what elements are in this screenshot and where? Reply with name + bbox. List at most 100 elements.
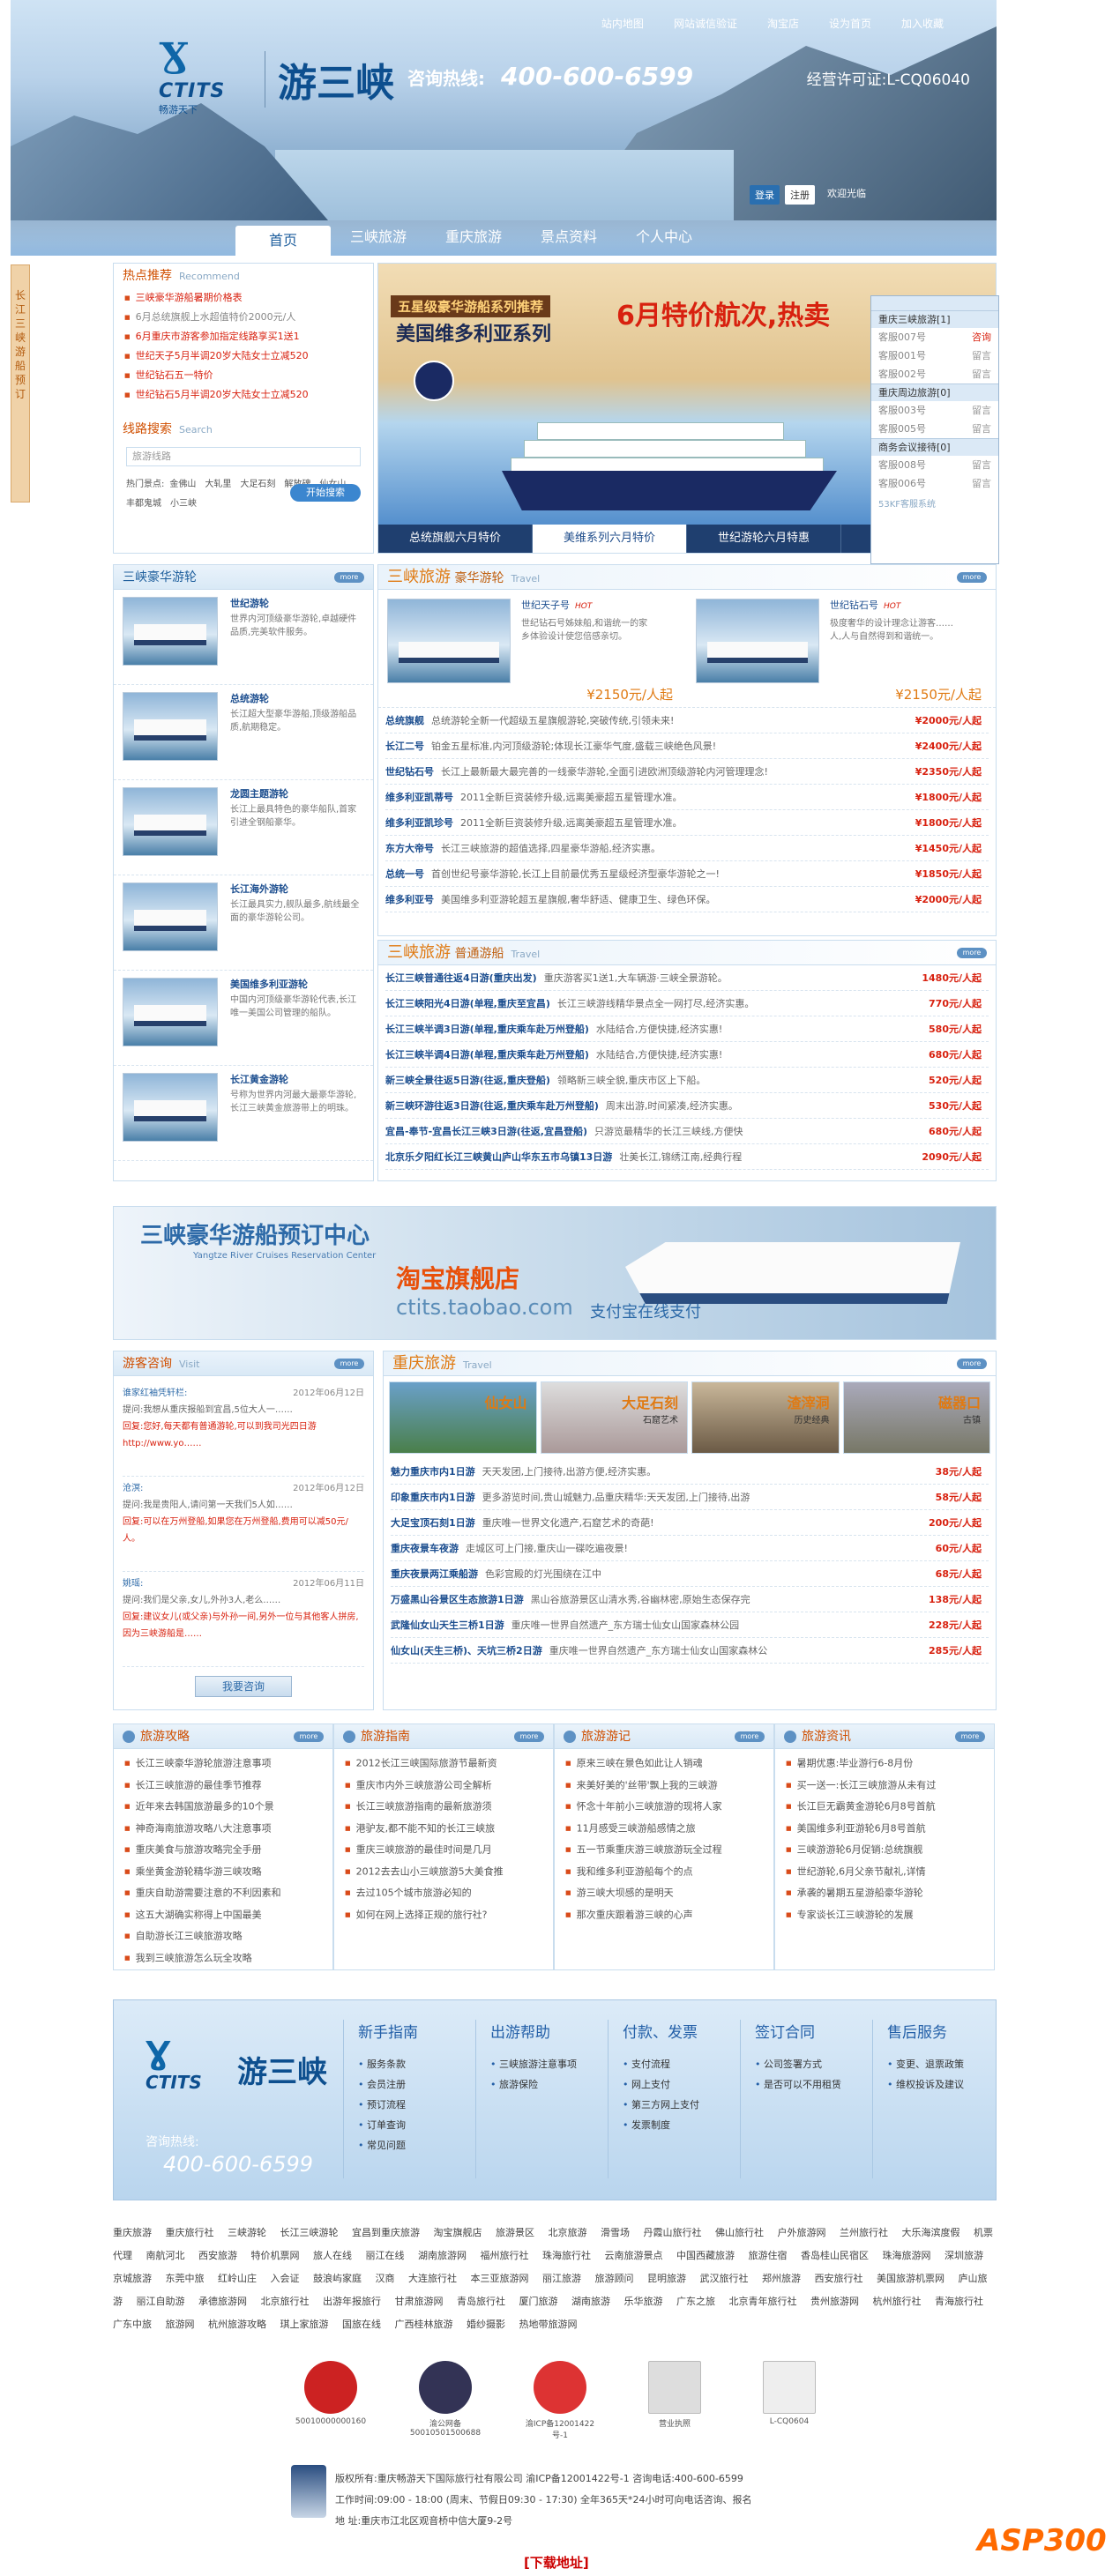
slider-tab[interactable]: 美维系列六月特价 (533, 525, 687, 553)
cruise-image[interactable] (123, 597, 218, 666)
route-name[interactable]: 东方大帝号 (385, 836, 434, 860)
scenic-pic[interactable]: 磁器口 古镇 (842, 1381, 990, 1454)
hot-spot-link[interactable]: 丰都鬼城 (126, 499, 161, 509)
guide-link[interactable]: 会员注册 (358, 2074, 467, 2095)
info-item[interactable]: 重庆市内外三峡旅游公司全解析 (334, 1775, 553, 1797)
guide-link[interactable]: 预订流程 (358, 2095, 467, 2115)
route-row[interactable]: 东方大帝号 长江三峡旅游的超值选择,四星豪华游船,经济实惠。 ¥1450元/人起 (385, 836, 989, 861)
route-row[interactable]: 新三峡环游往返3日游(往返,重庆乘车赴万州登船) 周末出游,时间紧凑,经济实惠。 5… (385, 1093, 989, 1119)
slider-tab[interactable]: 总统旗舰六月特价 (378, 525, 533, 553)
route-name[interactable]: 魅力重庆市内1日游 (391, 1459, 475, 1484)
nav-user[interactable]: 个人中心 (616, 222, 712, 256)
info-item[interactable]: 乘坐黄金游轮精华游三峡攻略 (114, 1861, 332, 1883)
cruise-name[interactable]: 长江黄金游轮 (230, 1073, 362, 1086)
more-button[interactable]: more (957, 1359, 987, 1369)
info-item[interactable]: 世纪游轮,6月父亲节献礼,详情 (775, 1861, 994, 1883)
route-row[interactable]: 长江三峡阳光4日游(单程,重庆至宜昌) 长江三峡游线精华景点全一网打尽,经济实惠。… (385, 991, 989, 1016)
hot-item[interactable]: 世纪钻石五一特价 (114, 366, 373, 385)
cert-badge[interactable]: 渝ICP备12001422号-1 (520, 2361, 600, 2440)
kf-group[interactable]: 重庆周边旅游[0] (871, 383, 998, 401)
info-item[interactable]: 近年来去韩国旅游最多的10个景 (114, 1796, 332, 1818)
nav-spots[interactable]: 景点资料 (521, 222, 616, 256)
route-row[interactable]: 维多利亚凯珍号 2011全新巨资装修升级,远离美豪超五星管理水准。 ¥1800元/人… (385, 810, 989, 836)
info-item[interactable]: 2012去去山小三峡旅游5大美食推 (334, 1861, 553, 1883)
route-row[interactable]: 长江三峡普通往返4日游(重庆出发) 重庆游客买1送1,大车辆游·三峡全景游轮。 14… (385, 965, 989, 991)
close-icon[interactable] (871, 296, 998, 310)
more-button[interactable]: more (735, 1731, 765, 1742)
kf-row[interactable]: 客服003号 留言 (871, 401, 998, 420)
route-row[interactable]: 万盛黑山谷景区生态旅游1日游 黑山谷旅游景区山清水秀,谷幽林密,原始生态保存完 13… (391, 1587, 989, 1612)
route-row[interactable]: 长江二号 铂金五星标准,内河顶级游轮;体现长江豪华气度,盛载三峡绝色风景! ¥240… (385, 733, 989, 759)
guide-link[interactable]: 常见问题 (358, 2135, 467, 2155)
route-row[interactable]: 世纪钻石号 长江上最新最大最完善的一线豪华游轮,全面引进欧洲顶级游轮内河管理理念!… (385, 759, 989, 785)
guide-link[interactable]: 订单查询 (358, 2115, 467, 2135)
route-name[interactable]: 总统一号 (385, 861, 424, 886)
sitemap-link[interactable]: 站内地图 (601, 16, 644, 31)
favorite-link[interactable]: 加入收藏 (901, 16, 944, 31)
info-item[interactable]: 承袭的暑期五星游船豪华游轮 (775, 1882, 994, 1904)
info-item[interactable]: 11月感受三峡游船感情之旅 (555, 1818, 773, 1840)
route-name[interactable]: 北京乐夕阳红长江三峡黄山庐山华东五市乌镇13日游 (385, 1144, 612, 1169)
route-row[interactable]: 印象重庆市内1日游 更多游览时间,贵山城魅力,品重庆精华:天天发团,上门接待,出游… (391, 1485, 989, 1510)
route-row[interactable]: 魅力重庆市内1日游 天天发团,上门接待,出游方便,经济实惠。 38元/人起 (391, 1459, 989, 1485)
guide-link[interactable]: 三峡旅游注意事项 (490, 2054, 599, 2074)
cruise-name[interactable]: 世纪游轮 (230, 597, 362, 610)
info-item[interactable]: 重庆自助游需要注意的不利因素和 (114, 1882, 332, 1904)
info-item[interactable]: 五一节乘重庆游三峡旅游玩全过程 (555, 1839, 773, 1861)
route-row[interactable]: 总统一号 首创世纪号豪华游轮,长江上目前最优秀五星级经济型豪华游轮之一! ¥1850… (385, 861, 989, 887)
info-item[interactable]: 三峡游游轮6月促销:总统旗舰 (775, 1839, 994, 1861)
route-row[interactable]: 武隆仙女山天生三桥1日游 重庆唯一世界自然遗产_东方瑞士仙女山国家森林公园 228元… (391, 1612, 989, 1638)
cruise-item[interactable]: 美国维多利亚游轮 中国内河顶级豪华游轮代表,长江唯一美国公司管理的船队。 (114, 971, 373, 1066)
guide-link[interactable]: 第三方网上支付 (623, 2095, 731, 2115)
route-name[interactable]: 维多利亚凯珍号 (385, 810, 453, 835)
route-name[interactable]: 大足宝顶石刻1日游 (391, 1510, 475, 1535)
more-button[interactable]: more (294, 1731, 324, 1742)
kf-row[interactable]: 客服008号 留言 (871, 456, 998, 474)
guide-link[interactable]: 维权投诉及建议 (887, 2074, 996, 2095)
route-row[interactable]: 仙女山(天生三桥)、天坑三桥2日游 重庆唯一世界自然遗产_东方瑞士仙女山国家森林公… (391, 1638, 989, 1664)
info-item[interactable]: 长江三峡豪华游轮旅游注意事项 (114, 1753, 332, 1775)
cruise-item[interactable]: 长江黄金游轮 号称为世界内河最大最豪华游轮,长江三峡黄金旅游带上的明珠。 (114, 1066, 373, 1161)
cruise-item[interactable]: 长江海外游轮 长江最具实力,舰队最多,航线最全面的豪华游轮公司。 (114, 875, 373, 971)
more-button[interactable]: more (957, 948, 987, 958)
verify-link[interactable]: 网站诚信验证 (674, 16, 737, 31)
route-row[interactable]: 重庆夜景两江乘船游 色彩宫殿的灯光围绕在江中 68元/人起 (391, 1561, 989, 1587)
info-item[interactable]: 重庆三峡旅游的最佳时间是几月 (334, 1839, 553, 1861)
info-item[interactable]: 2012长江三峡国际旅游节最新资 (334, 1753, 553, 1775)
hot-item[interactable]: 6月总统旗舰上水超值特价2000元/人 (114, 308, 373, 327)
cert-badge[interactable]: L-CQ0604 (750, 2361, 829, 2440)
scenic-pic[interactable]: 大足石刻 石窟艺术 (540, 1381, 688, 1454)
featured-cruise[interactable]: 世纪天子号 HOT 世纪钻石号姊妹船,和谐统一的家乡体验设计使您倍感亲切。 ¥2150… (378, 590, 687, 707)
info-item[interactable]: 我和维多利亚游船每个的点 (555, 1861, 773, 1883)
more-button[interactable]: more (334, 572, 364, 583)
kf-row[interactable]: 客服007号 咨询 (871, 328, 998, 346)
route-row[interactable]: 维多利亚凯蒂号 2011全新巨资装修升级,远离美豪超五星管理水准。 ¥1800元/人… (385, 785, 989, 810)
taobao-link[interactable]: 淘宝店 (767, 16, 799, 31)
kf-row[interactable]: 客服001号 留言 (871, 346, 998, 365)
route-row[interactable]: 宜昌-奉节-宜昌长江三峡3日游(往返,宜昌登船) 只游览最精华的长江三峡线,方便快… (385, 1119, 989, 1144)
route-name[interactable]: 万盛黑山谷景区生态旅游1日游 (391, 1587, 524, 1612)
download-link[interactable]: [下载地址] (524, 2553, 589, 2572)
info-item[interactable]: 来美好美的'丝带'飘上我的三峡游 (555, 1775, 773, 1797)
route-name[interactable]: 仙女山(天生三桥)、天坑三桥2日游 (391, 1638, 542, 1663)
nav-home[interactable]: 首页 (235, 226, 331, 256)
cruise-image[interactable] (123, 787, 218, 856)
route-name[interactable]: 维多利亚凯蒂号 (385, 785, 453, 809)
cruise-name[interactable]: 长江海外游轮 (230, 882, 362, 896)
info-item[interactable]: 神奇海南旅游攻略八大注意事项 (114, 1818, 332, 1840)
cruise-image[interactable] (387, 599, 511, 683)
route-name[interactable]: 长江三峡阳光4日游(单程,重庆至宜昌) (385, 991, 550, 1016)
more-button[interactable]: more (514, 1731, 544, 1742)
search-button[interactable]: 开始搜索 (290, 484, 361, 502)
route-row[interactable]: 重庆夜景车夜游 走城区可上门接,重庆山一碟吃遍夜景! 60元/人起 (391, 1536, 989, 1561)
info-item[interactable]: 怀念十年前小三峡旅游的现将人家 (555, 1796, 773, 1818)
info-item[interactable]: 港驴友,都不能不知的长江三峡旅 (334, 1818, 553, 1840)
kf-group[interactable]: 重庆三峡旅游[1] (871, 310, 998, 328)
featured-name[interactable]: 世纪天子号 (521, 599, 570, 611)
kf-row[interactable]: 客服005号 留言 (871, 420, 998, 438)
route-name[interactable]: 长江三峡普通往返4日游(重庆出发) (385, 965, 537, 990)
guide-link[interactable]: 公司签署方式 (755, 2054, 863, 2074)
guide-link[interactable]: 支付流程 (623, 2054, 731, 2074)
info-item[interactable]: 那次重庆跟着游三峡的心声 (555, 1904, 773, 1926)
guide-link[interactable]: 是否可以不用租赁 (755, 2074, 863, 2095)
